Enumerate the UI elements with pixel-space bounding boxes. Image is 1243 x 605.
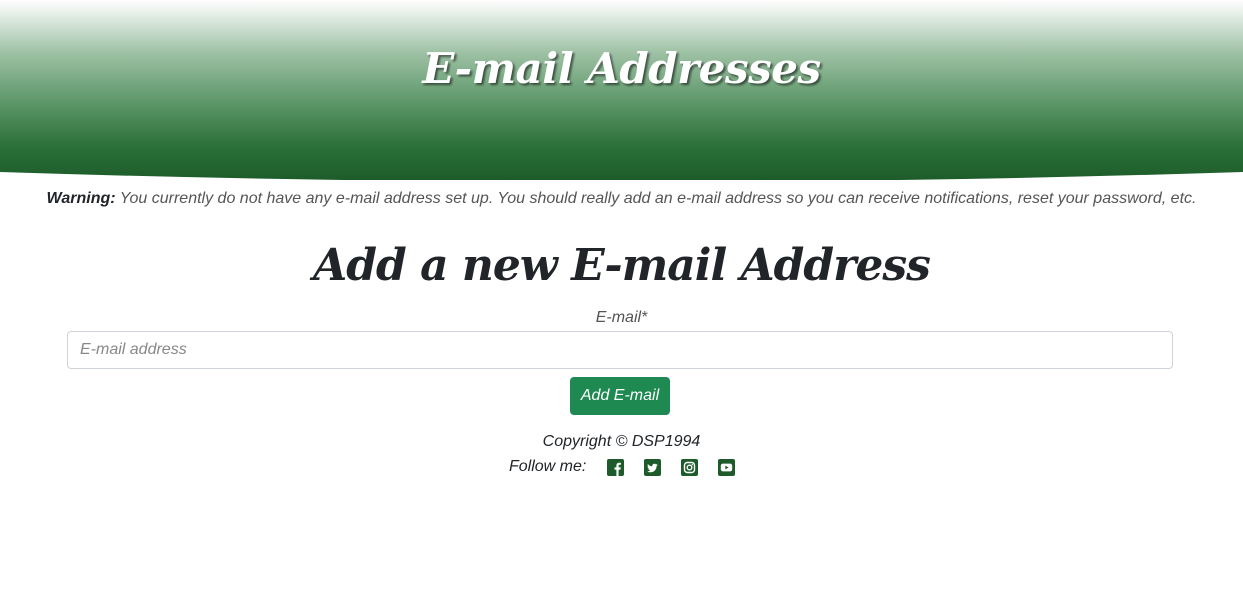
instagram-icon[interactable]	[680, 458, 698, 476]
twitter-icon[interactable]	[643, 458, 661, 476]
email-input[interactable]	[67, 331, 1173, 369]
add-email-title: Add a new E-mail Address	[313, 240, 931, 291]
follow-me-row: Follow me:	[509, 456, 735, 478]
email-label: E-mail*	[595, 309, 648, 326]
warning-label: Warning:	[46, 190, 116, 207]
warning-message: Warning: You currently do not have any e…	[0, 190, 1243, 208]
warning-text: You currently do not have any e-mail add…	[115, 190, 1197, 207]
page-title: E-mail Addresses	[422, 44, 821, 93]
follow-label: Follow me:	[509, 458, 587, 475]
youtube-icon[interactable]	[717, 458, 735, 476]
add-email-button[interactable]: Add E-mail	[570, 377, 670, 415]
copyright-text: Copyright © DSP1994	[542, 433, 701, 450]
page-header: E-mail Addresses	[0, 0, 1243, 180]
facebook-icon[interactable]	[606, 458, 624, 476]
